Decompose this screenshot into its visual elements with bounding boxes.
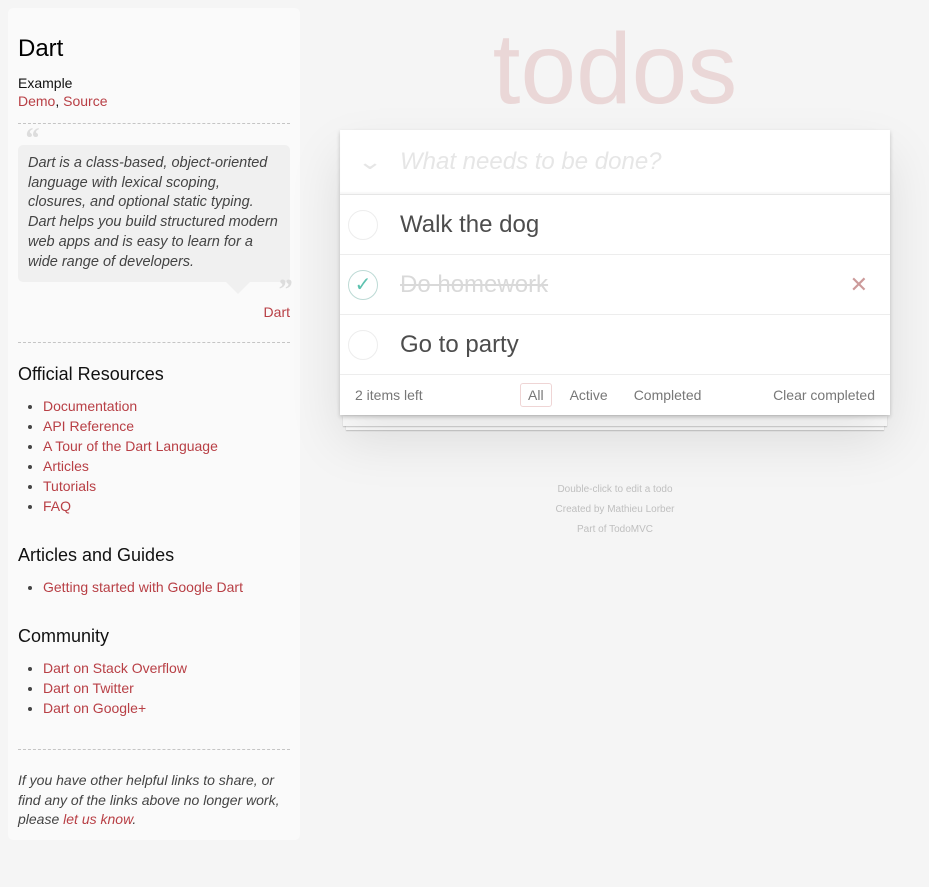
filter-completed[interactable]: Completed <box>626 383 710 407</box>
divider <box>18 749 290 750</box>
open-quote-icon: “ <box>24 122 39 155</box>
link-api-reference[interactable]: API Reference <box>43 418 134 434</box>
todo-item: ✓ Do homework ✕ <box>340 255 890 315</box>
sidebar-footer: If you have other helpful links to share… <box>18 771 290 830</box>
link-getting-started[interactable]: Getting started with Google Dart <box>43 579 243 595</box>
footer-end: . <box>132 811 137 827</box>
info-footer: Double-click to edit a todo Created by M… <box>340 480 890 540</box>
section-community: Community Dart on Stack Overflow Dart on… <box>18 626 290 718</box>
section-title: Community <box>18 626 110 646</box>
app-title: todos <box>492 13 738 125</box>
link-stack-overflow[interactable]: Dart on Stack Overflow <box>43 660 187 676</box>
todo-footer: 2 items left All Active Completed Clear … <box>340 375 890 415</box>
link-faq[interactable]: FAQ <box>43 498 71 514</box>
stack-decoration <box>343 416 887 426</box>
info-credits: Created by Mathieu Lorber <box>555 504 675 515</box>
todo-app: ⌄ Walk the dog ✓ Do homework ✕ Go to par… <box>340 130 890 415</box>
new-todo-input[interactable] <box>400 148 860 176</box>
info-edit-hint: Double-click to edit a todo <box>557 484 673 495</box>
divider <box>18 123 290 124</box>
quote-author-link[interactable]: Dart <box>264 304 290 320</box>
todo-checkbox[interactable] <box>348 209 378 240</box>
footer-text: If you have other helpful links to share… <box>18 772 280 827</box>
todo-label[interactable]: Do homework <box>400 271 548 299</box>
link-tutorials[interactable]: Tutorials <box>43 478 96 494</box>
delete-icon[interactable]: ✕ <box>850 272 868 298</box>
example-label: Example <box>18 75 73 91</box>
link-documentation[interactable]: Documentation <box>43 398 137 414</box>
todo-item: Walk the dog <box>340 195 890 255</box>
link-articles[interactable]: Articles <box>43 458 89 474</box>
toggle-all-chevron-icon[interactable]: ⌄ <box>328 149 412 175</box>
divider <box>18 342 290 343</box>
clear-completed-button[interactable]: Clear completed <box>773 387 875 403</box>
todo-checkbox-checked[interactable]: ✓ <box>348 269 378 300</box>
let-us-know-link[interactable]: let us know <box>63 811 132 827</box>
source-link[interactable]: Source <box>63 93 107 109</box>
link-google-plus[interactable]: Dart on Google+ <box>43 700 146 716</box>
info-part-of: Part of TodoMVC <box>577 524 653 535</box>
section-title: Articles and Guides <box>18 545 175 565</box>
filters: All Active Completed <box>520 383 709 407</box>
quote-text: Dart is a class-based, object-oriented l… <box>28 155 278 270</box>
example-block: Example Demo, Source <box>18 75 108 109</box>
demo-link[interactable]: Demo <box>18 93 55 109</box>
filter-all[interactable]: All <box>520 383 552 407</box>
quote-box: “ Dart is a class-based, object-oriented… <box>18 124 292 305</box>
new-todo-row: ⌄ <box>340 130 890 195</box>
check-icon: ✓ <box>354 274 372 296</box>
sidebar-title: Dart <box>18 35 64 62</box>
link-tour[interactable]: A Tour of the Dart Language <box>43 438 218 454</box>
close-quote-icon: ” <box>277 273 292 307</box>
items-left-count: 2 items left <box>355 387 423 403</box>
link-twitter[interactable]: Dart on Twitter <box>43 680 134 696</box>
todo-label[interactable]: Walk the dog <box>400 211 539 239</box>
todo-checkbox[interactable] <box>348 329 378 360</box>
section-articles: Articles and Guides Getting started with… <box>18 545 290 597</box>
todo-label[interactable]: Go to party <box>400 331 519 359</box>
filter-active[interactable]: Active <box>562 383 616 407</box>
todo-item: Go to party <box>340 315 890 375</box>
section-title: Official Resources <box>18 364 164 384</box>
sidebar: Dart Example Demo, Source “ Dart is a cl… <box>8 8 300 840</box>
section-official-resources: Official Resources Documentation API Ref… <box>18 364 290 516</box>
